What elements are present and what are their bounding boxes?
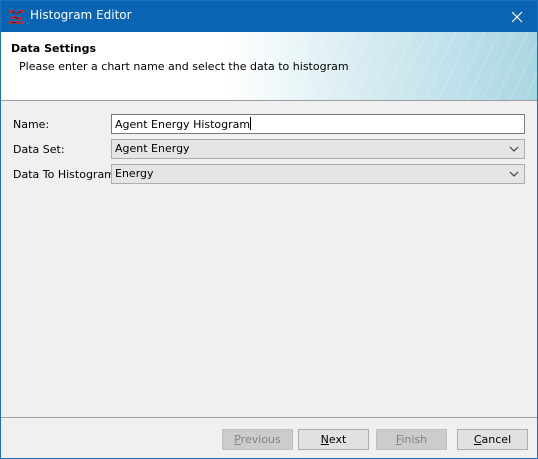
header-description: Please enter a chart name and select the… [19, 60, 349, 73]
next-mnemonic: N [320, 433, 329, 446]
data-to-histogram-label: Data To Histogram: [13, 168, 119, 181]
next-button[interactable]: Next [298, 429, 369, 450]
close-icon [511, 11, 523, 22]
text-caret [250, 117, 252, 130]
cancel-mnemonic: C [473, 433, 482, 446]
name-label: Name: [13, 118, 50, 131]
finish-label: inish [401, 433, 428, 446]
chevron-down-icon [509, 171, 519, 177]
window-title: Histogram Editor [30, 8, 132, 22]
header-title: Data Settings [11, 42, 96, 55]
data-to-histogram-selected-value: Energy [115, 167, 154, 180]
data-set-label: Data Set: [13, 143, 65, 156]
wizard-header-panel: Data Settings Please enter a chart name … [1, 32, 537, 101]
previous-label: revious [240, 433, 281, 446]
data-to-histogram-select[interactable]: Energy [111, 164, 525, 184]
cancel-button[interactable]: Cancel [457, 429, 528, 450]
data-set-selected-value: Agent Energy [115, 142, 190, 155]
next-label: ext [328, 433, 347, 446]
repast-app-icon [9, 9, 25, 25]
histogram-editor-window: Histogram Editor Data Settings Please en… [0, 0, 538, 459]
chevron-down-icon [509, 146, 519, 152]
finish-button[interactable]: Finish [376, 429, 447, 450]
title-bar[interactable]: Histogram Editor [1, 1, 537, 32]
name-input-value: Agent Energy Histogram [115, 118, 251, 131]
data-set-select[interactable]: Agent Energy [111, 139, 525, 159]
footer-separator [1, 417, 537, 418]
name-input[interactable]: Agent Energy Histogram [111, 114, 525, 134]
previous-button[interactable]: Previous [222, 429, 293, 450]
cancel-label: ancel [481, 433, 512, 446]
close-button[interactable] [497, 1, 537, 32]
